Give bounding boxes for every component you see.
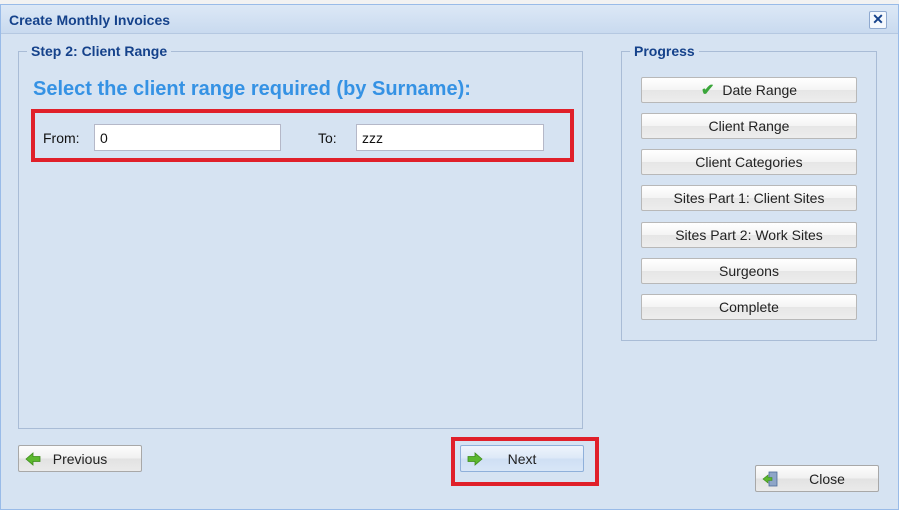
step-legend: Step 2: Client Range (27, 43, 172, 59)
progress-step-client-categories[interactable]: Client Categories (641, 149, 857, 175)
progress-step-complete[interactable]: Complete (641, 294, 857, 320)
progress-step-work-sites[interactable]: Sites Part 2: Work Sites (641, 222, 857, 248)
progress-panel: Progress ✔ Date Range Client Range Client… (621, 43, 877, 341)
progress-step-label: Complete (719, 299, 779, 315)
dialog-title: Create Monthly Invoices (9, 12, 171, 28)
progress-step-date-range[interactable]: ✔ Date Range (641, 77, 857, 103)
progress-step-label: Sites Part 2: Work Sites (675, 227, 823, 243)
close-button-label: Close (809, 471, 845, 487)
client-range-heading: Select the client range required (by Sur… (33, 78, 471, 100)
progress-step-surgeons[interactable]: Surgeons (641, 258, 857, 284)
progress-step-label: Client Range (708, 118, 790, 134)
progress-step-client-range[interactable]: Client Range (641, 113, 857, 139)
previous-button-label: Previous (52, 451, 108, 467)
close-icon[interactable]: ✕ (869, 11, 887, 29)
progress-step-client-sites[interactable]: Sites Part 1: Client Sites (641, 185, 857, 211)
next-button[interactable]: Next (460, 445, 584, 472)
next-button-label: Next (507, 451, 537, 467)
progress-step-label: Date Range (722, 82, 798, 98)
progress-step-label: Sites Part 1: Client Sites (673, 190, 825, 206)
to-label: To: (318, 130, 337, 146)
previous-button[interactable]: Previous (18, 445, 142, 472)
progress-step-label: Client Categories (695, 154, 803, 170)
close-button[interactable]: Close (755, 465, 879, 492)
progress-step-label: Surgeons (719, 263, 779, 279)
step-panel: Step 2: Client Range Select the client r… (18, 43, 583, 429)
create-monthly-invoices-dialog: Create Monthly Invoices ✕ Step 2: Client… (0, 4, 899, 510)
progress-legend: Progress (630, 43, 699, 59)
from-label: From: (43, 130, 80, 146)
dialog-titlebar: Create Monthly Invoices ✕ (1, 5, 898, 34)
from-surname-input[interactable] (94, 124, 281, 151)
to-surname-input[interactable] (356, 124, 544, 151)
checkmark-icon: ✔ (700, 82, 715, 99)
